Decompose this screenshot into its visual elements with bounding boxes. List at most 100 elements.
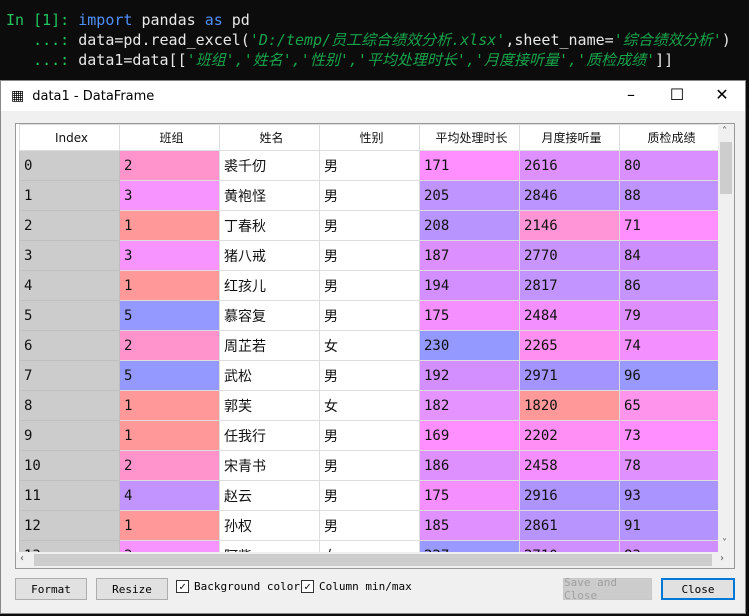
table-cell[interactable]: 3: [119, 240, 220, 271]
table-cell[interactable]: 79: [619, 300, 720, 331]
scroll-right-icon[interactable]: ›: [720, 553, 724, 564]
table-cell[interactable]: 2: [119, 450, 220, 481]
close-button[interactable]: Close: [661, 578, 735, 600]
table-cell[interactable]: 3: [119, 180, 220, 211]
table-cell[interactable]: 171: [419, 150, 520, 181]
table-cell[interactable]: 女: [319, 330, 420, 361]
table-cell[interactable]: 武松: [219, 360, 320, 391]
table-cell[interactable]: 4: [119, 480, 220, 511]
table-cell[interactable]: 1: [119, 390, 220, 421]
scroll-thumb[interactable]: [34, 554, 712, 566]
column-header[interactable]: 姓名: [219, 124, 320, 151]
column-minmax-checkbox[interactable]: ✓ Column min/max: [301, 580, 412, 593]
table-cell[interactable]: 186: [419, 450, 520, 481]
scroll-left-icon[interactable]: ‹: [20, 553, 24, 564]
dataframe-grid[interactable]: Index 班组 姓名 性别 平均处理时长 月度接听量 质检成绩 0 2 裘千仞男 171 2616…: [15, 123, 735, 569]
column-header[interactable]: Index: [19, 124, 120, 151]
table-cell[interactable]: 205: [419, 180, 520, 211]
table-cell[interactable]: 2846: [519, 180, 620, 211]
save-and-close-button[interactable]: Save and Close: [563, 576, 652, 602]
table-cell[interactable]: 80: [619, 150, 720, 181]
scroll-down-icon[interactable]: ˅: [722, 538, 727, 549]
table-cell[interactable]: 猪八戒: [219, 240, 320, 271]
table-cell[interactable]: 208: [419, 210, 520, 241]
table-cell[interactable]: 71: [619, 210, 720, 241]
column-header[interactable]: 质检成绩: [619, 124, 720, 151]
table-cell[interactable]: 丁春秋: [219, 210, 320, 241]
table-cell[interactable]: 2146: [519, 210, 620, 241]
table-cell[interactable]: 192: [419, 360, 520, 391]
table-cell[interactable]: 2817: [519, 270, 620, 301]
table-cell[interactable]: 2770: [519, 240, 620, 271]
table-cell[interactable]: 1: [119, 420, 220, 451]
table-cell[interactable]: 182: [419, 390, 520, 421]
scroll-up-icon[interactable]: ˄: [722, 126, 727, 137]
table-cell[interactable]: 84: [619, 240, 720, 271]
background-color-checkbox[interactable]: ✓ Background color: [176, 580, 300, 593]
table-cell[interactable]: 男: [319, 420, 420, 451]
table-cell[interactable]: 2861: [519, 510, 620, 541]
table-cell[interactable]: 1: [119, 210, 220, 241]
table-cell[interactable]: 2484: [519, 300, 620, 331]
table-cell[interactable]: 1: [119, 510, 220, 541]
table-cell[interactable]: 2616: [519, 150, 620, 181]
table-cell[interactable]: 169: [419, 420, 520, 451]
table-cell[interactable]: 88: [619, 180, 720, 211]
table-cell[interactable]: 1: [119, 270, 220, 301]
table-cell[interactable]: 91: [619, 510, 720, 541]
column-header[interactable]: 性别: [319, 124, 420, 151]
column-header[interactable]: 班组: [119, 124, 220, 151]
table-cell[interactable]: 男: [319, 270, 420, 301]
table-cell[interactable]: 宋青书: [219, 450, 320, 481]
table-cell[interactable]: 男: [319, 360, 420, 391]
table-cell[interactable]: 任我行: [219, 420, 320, 451]
table-cell[interactable]: 5: [119, 300, 220, 331]
close-window-button[interactable]: ✕: [702, 85, 742, 104]
table-cell[interactable]: 73: [619, 420, 720, 451]
vertical-scrollbar[interactable]: ˄ ˅: [718, 124, 734, 554]
format-button[interactable]: Format: [15, 578, 87, 600]
table-cell[interactable]: 185: [419, 510, 520, 541]
table-cell[interactable]: 周芷若: [219, 330, 320, 361]
table-cell[interactable]: 194: [419, 270, 520, 301]
table-cell[interactable]: 2202: [519, 420, 620, 451]
maximize-button[interactable]: ☐: [657, 85, 697, 104]
table-cell[interactable]: 2916: [519, 480, 620, 511]
table-cell[interactable]: 65: [619, 390, 720, 421]
table-cell[interactable]: 96: [619, 360, 720, 391]
minimize-button[interactable]: –: [611, 85, 651, 104]
table-cell[interactable]: 5: [119, 360, 220, 391]
table-cell[interactable]: 86: [619, 270, 720, 301]
table-cell[interactable]: 男: [319, 480, 420, 511]
table-cell[interactable]: 175: [419, 480, 520, 511]
scroll-thumb[interactable]: [720, 142, 732, 194]
table-cell[interactable]: 红孩儿: [219, 270, 320, 301]
resize-button[interactable]: Resize: [96, 578, 168, 600]
table-cell[interactable]: 78: [619, 450, 720, 481]
table-cell[interactable]: 2971: [519, 360, 620, 391]
table-cell[interactable]: 郭芙: [219, 390, 320, 421]
table-cell[interactable]: 175: [419, 300, 520, 331]
table-cell[interactable]: 赵云: [219, 480, 320, 511]
table-cell[interactable]: 2: [119, 150, 220, 181]
table-cell[interactable]: 男: [319, 240, 420, 271]
table-cell[interactable]: 男: [319, 450, 420, 481]
table-cell[interactable]: 2458: [519, 450, 620, 481]
table-cell[interactable]: 230: [419, 330, 520, 361]
table-cell[interactable]: 黄袍怪: [219, 180, 320, 211]
table-cell[interactable]: 慕容复: [219, 300, 320, 331]
table-cell[interactable]: 93: [619, 480, 720, 511]
horizontal-scrollbar[interactable]: ‹ ›: [16, 552, 734, 568]
table-cell[interactable]: 74: [619, 330, 720, 361]
table-cell[interactable]: 1820: [519, 390, 620, 421]
table-cell[interactable]: 男: [319, 210, 420, 241]
column-header[interactable]: 平均处理时长: [419, 124, 520, 151]
table-cell[interactable]: 2265: [519, 330, 620, 361]
table-cell[interactable]: 孙权: [219, 510, 320, 541]
table-cell[interactable]: 187: [419, 240, 520, 271]
table-cell[interactable]: 男: [319, 150, 420, 181]
table-cell[interactable]: 男: [319, 180, 420, 211]
table-cell[interactable]: 男: [319, 300, 420, 331]
table-cell[interactable]: 女: [319, 390, 420, 421]
column-header[interactable]: 月度接听量: [519, 124, 620, 151]
